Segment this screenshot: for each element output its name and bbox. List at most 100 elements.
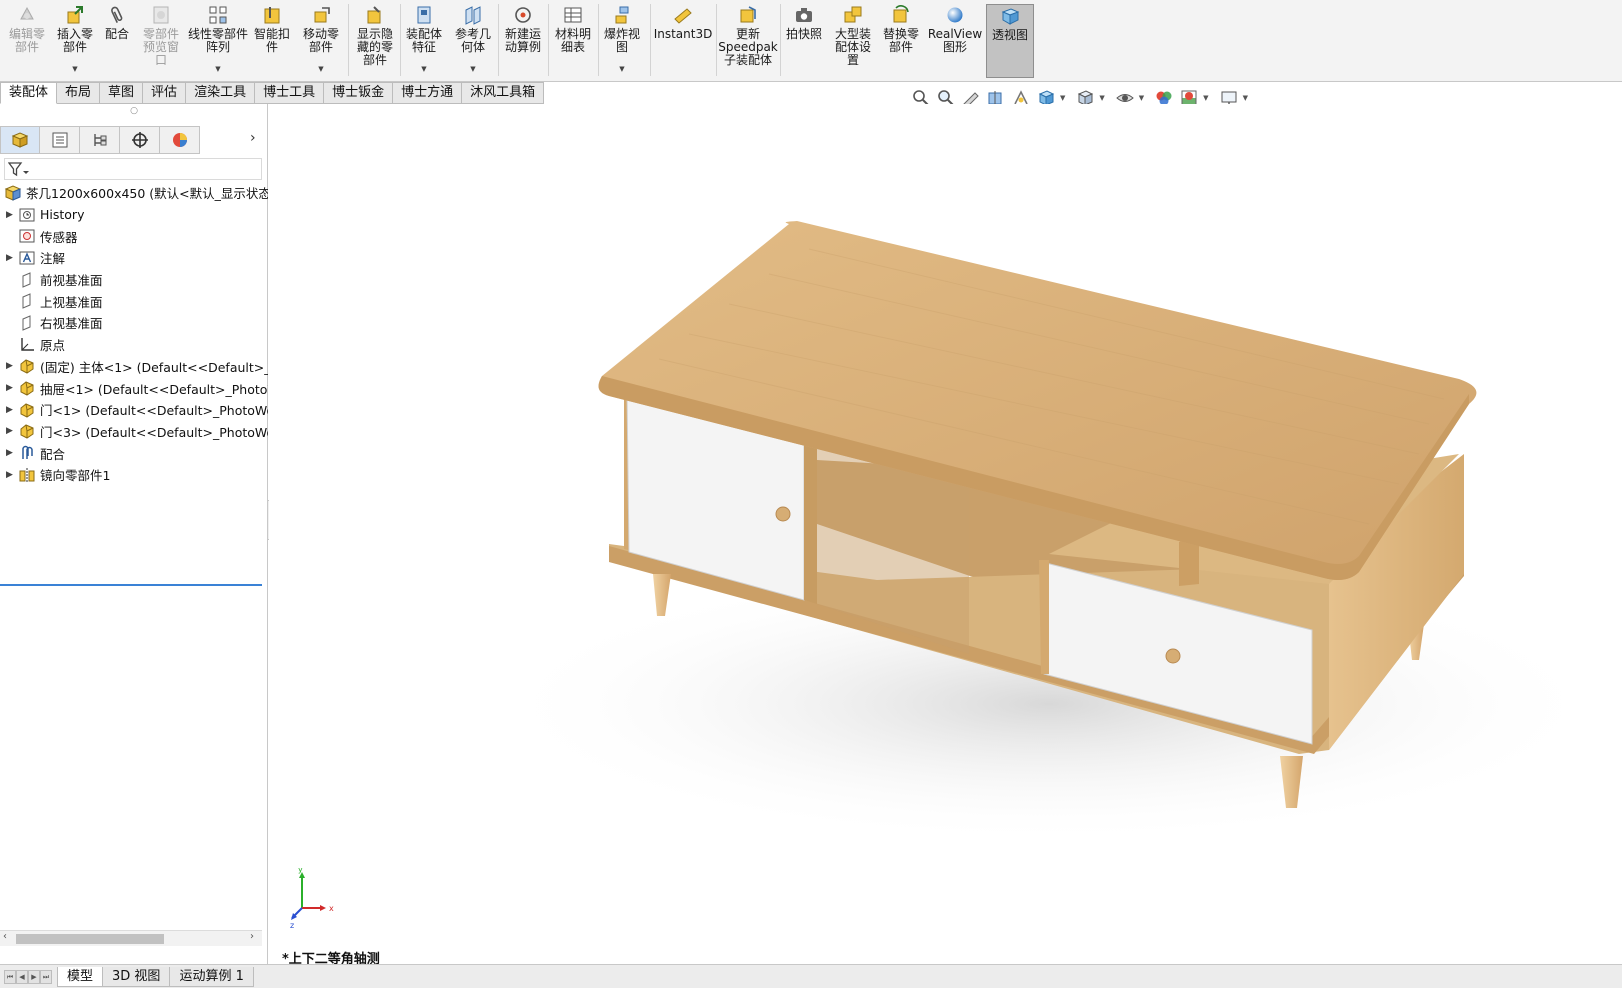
tab-dimxpert-manager[interactable] (120, 126, 160, 154)
tree-item-mates[interactable]: ▶ 配合 (0, 442, 268, 464)
tree-item-door-1[interactable]: ▶ 门<1> (Default<<Default>_PhotoWor (0, 399, 268, 421)
tree-item-front-plane[interactable]: 前视基准面 (0, 269, 268, 291)
insert-component-button[interactable]: 插入零部件 ▼ (52, 4, 98, 78)
scroll-right-icon[interactable]: › (250, 931, 254, 942)
manager-tabs (0, 126, 200, 154)
command-manager-tabs: 装配体 布局 草图 评估 渲染工具 博士工具 博士钣金 博士方通 沐风工具箱 (0, 82, 545, 104)
tab-feature-manager[interactable] (0, 126, 40, 154)
exploded-view-icon (615, 6, 629, 24)
take-snapshot-button[interactable]: 拍快照 (782, 4, 826, 78)
tab-model[interactable]: 模型 (57, 966, 104, 987)
chevron-down-icon[interactable]: ▼ (1243, 94, 1248, 102)
linear-pattern-icon (209, 6, 227, 24)
tree-root-assembly[interactable]: 茶几1200x600x450 (默认<默认_显示状态-1 (0, 182, 268, 204)
reference-geometry-button[interactable]: 参考几何体 ▼ (450, 4, 496, 78)
coffee-table-model[interactable] (269, 104, 1622, 964)
previous-tab-icon[interactable]: ◀ (16, 969, 28, 984)
tab-assembly[interactable]: 装配体 (0, 82, 58, 104)
bill-of-materials-button[interactable]: 材料明细表 (550, 4, 596, 78)
graphics-viewport[interactable] (269, 104, 1622, 964)
assembly-features-button[interactable]: 装配体特征 ▼ (402, 4, 446, 78)
expand-arrow-icon[interactable]: ▶ (6, 470, 18, 480)
ribbon-separator (650, 4, 651, 76)
tab-navigation: ⏮ ◀ ▶ ⏭ (4, 969, 52, 984)
tree-horizontal-scrollbar[interactable]: ‹ › (0, 930, 262, 946)
panel-grip[interactable]: ○ (0, 104, 268, 118)
configuration-icon (93, 134, 106, 146)
chevron-down-icon[interactable]: ▼ (215, 63, 220, 76)
tree-item-drawer[interactable]: ▶ 抽屉<1> (Default<<Default>_PhotoW (0, 377, 268, 399)
chevron-down-icon[interactable]: ▼ (1099, 94, 1104, 102)
scroll-left-icon[interactable]: ‹ (3, 931, 7, 942)
tab-evaluate[interactable]: 评估 (143, 82, 187, 104)
realview-graphics-button[interactable]: RealView图形 (928, 4, 982, 78)
tab-boshi-square-tube[interactable]: 博士方通 (393, 82, 463, 104)
tree-item-history[interactable]: ▶ History (0, 204, 268, 226)
first-tab-icon[interactable]: ⏮ (4, 969, 16, 984)
tab-3d-view[interactable]: 3D 视图 (102, 966, 171, 987)
move-component-button[interactable]: 移动零部件 ▼ (298, 4, 344, 78)
last-tab-icon[interactable]: ⏭ (40, 969, 52, 984)
mate-button[interactable]: 配合 (100, 4, 134, 78)
preview-window-icon (153, 6, 169, 24)
tree-filter[interactable] (4, 158, 262, 180)
chevron-down-icon[interactable]: ▼ (470, 63, 475, 76)
chevron-down-icon[interactable]: ▼ (318, 63, 323, 76)
show-hidden-components-button[interactable]: 显示隐藏的零部件 (352, 4, 398, 78)
chevron-down-icon[interactable]: ▼ (619, 63, 624, 76)
update-speedpak-button[interactable]: 更新Speedpak子装配体 (718, 4, 778, 78)
expand-arrow-icon[interactable]: ▶ (6, 210, 18, 220)
tab-property-manager[interactable] (40, 126, 80, 154)
ribbon-separator (598, 4, 599, 76)
tab-sketch[interactable]: 草图 (100, 82, 144, 104)
expand-arrow-icon[interactable]: ▶ (6, 426, 18, 436)
tab-motion-study-1[interactable]: 运动算例 1 (169, 966, 254, 987)
edit-component-icon (20, 6, 34, 20)
edit-component-button[interactable]: 编辑零部件 (6, 4, 48, 78)
tree-item-annotations[interactable]: ▶ 注解 (0, 247, 268, 269)
part-icon (18, 401, 36, 419)
chevron-down-icon[interactable]: ▼ (1203, 94, 1208, 102)
instant3d-button[interactable]: Instant3D (654, 4, 712, 78)
expand-arrow-icon[interactable]: ▶ (6, 405, 18, 415)
expand-arrow-icon[interactable]: ▶ (6, 383, 18, 393)
tree-item-origin[interactable]: 原点 (0, 334, 268, 356)
reference-triad: y x z (290, 868, 334, 928)
replace-components-button[interactable]: 替换零部件 (878, 4, 924, 78)
tree-item-main-body[interactable]: ▶ (固定) 主体<1> (Default<<Default>_Ph (0, 356, 268, 378)
tab-boshi-tools[interactable]: 博士工具 (255, 82, 325, 104)
component-preview-window-button[interactable]: 零部件预览窗口 (138, 4, 184, 78)
speedpak-icon (740, 6, 756, 23)
chevron-down-icon[interactable]: ▼ (1060, 94, 1065, 102)
chevron-down-icon[interactable]: ▼ (1139, 94, 1144, 102)
tree-item-right-plane[interactable]: 右视基准面 (0, 312, 268, 334)
part-icon (18, 422, 36, 440)
tab-display-manager[interactable] (160, 126, 200, 154)
tree-item-top-plane[interactable]: 上视基准面 (0, 290, 268, 312)
display-manager-icon (172, 133, 187, 147)
expand-arrow-icon[interactable]: ▶ (6, 361, 18, 371)
tree-item-mirror-component[interactable]: ▶ 镜向零部件1 (0, 464, 268, 486)
tree-item-sensors[interactable]: 传感器 (0, 225, 268, 247)
expand-arrow-icon[interactable]: ▶ (6, 253, 18, 263)
scroll-thumb[interactable] (16, 934, 164, 944)
chevron-down-icon[interactable]: ▼ (72, 63, 77, 76)
tab-layout[interactable]: 布局 (57, 82, 101, 104)
chevron-down-icon[interactable]: ▼ (421, 63, 426, 76)
exploded-view-button[interactable]: 爆炸视图 ▼ (600, 4, 644, 78)
tab-boshi-sheet-metal[interactable]: 博士钣金 (324, 82, 394, 104)
tab-mufeng-toolbox[interactable]: 沐风工具箱 (462, 82, 545, 104)
large-assembly-settings-button[interactable]: 大型装配体设置 (830, 4, 876, 78)
new-motion-study-button[interactable]: 新建运动算例 (500, 4, 546, 78)
tab-render-tools[interactable]: 渲染工具 (186, 82, 256, 104)
assembly-feature-icon (417, 6, 431, 24)
instant3d-icon (674, 8, 692, 24)
next-tab-icon[interactable]: ▶ (28, 969, 40, 984)
chevron-right-icon[interactable]: › (250, 130, 256, 146)
tree-item-door-3[interactable]: ▶ 门<3> (Default<<Default>_PhotoWor (0, 421, 268, 443)
expand-arrow-icon[interactable]: ▶ (6, 448, 18, 458)
perspective-view-button[interactable]: 透视图 (986, 4, 1034, 78)
tab-configuration-manager[interactable] (80, 126, 120, 154)
linear-component-pattern-button[interactable]: 线性零部件阵列 ▼ (188, 4, 248, 78)
smart-fasteners-button[interactable]: 智能扣件 (250, 4, 294, 78)
